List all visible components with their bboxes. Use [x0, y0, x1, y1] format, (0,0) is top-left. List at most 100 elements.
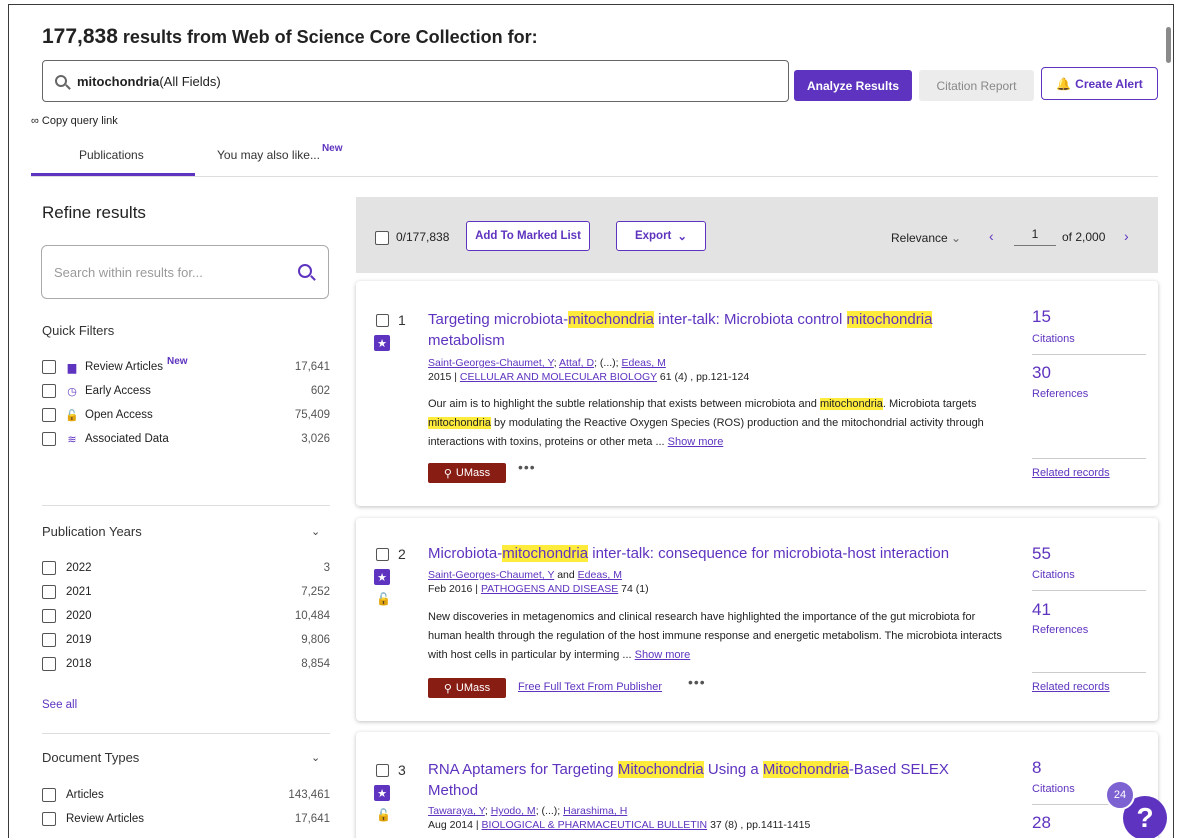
umass-link-button[interactable]: ⚲ UMass	[428, 463, 506, 483]
filter-year-2021[interactable]: 2021 7,252	[42, 582, 330, 602]
selected-count: 0/177,838	[396, 230, 450, 244]
add-to-marked-list-button[interactable]: Add To Marked List	[466, 221, 590, 251]
create-alert-button[interactable]: 🔔 Create Alert	[1041, 67, 1158, 100]
result-checkbox[interactable]	[376, 764, 389, 777]
citations-label[interactable]: Citations	[1032, 783, 1075, 795]
citation-count[interactable]: 15	[1032, 307, 1051, 327]
checkbox[interactable]	[42, 788, 56, 802]
result-checkbox[interactable]	[376, 548, 389, 561]
author-link[interactable]: Tawaraya, Y	[428, 805, 485, 817]
filter-year-2022[interactable]: 2022 3	[42, 558, 330, 578]
tab-publications[interactable]: Publications	[79, 148, 144, 162]
more-options-icon[interactable]: •••	[688, 674, 706, 690]
references-label[interactable]: References	[1032, 624, 1088, 636]
result-title[interactable]: RNA Aptamers for Targeting Mitochondria …	[428, 759, 1003, 801]
filter-doctype-articles[interactable]: Articles 143,461	[42, 785, 330, 805]
divider	[42, 733, 330, 734]
search-within-input[interactable]: Search within results for...	[41, 245, 329, 299]
active-tab-indicator	[31, 173, 195, 176]
reference-count[interactable]: 28	[1032, 813, 1051, 833]
help-widget[interactable]: ? 24	[1105, 780, 1173, 838]
result-title[interactable]: Microbiota-mitochondria inter-talk: cons…	[428, 543, 1018, 564]
star-icon[interactable]: ★	[374, 569, 390, 585]
checkbox[interactable]	[42, 432, 56, 446]
page-number-input[interactable]: 1	[1014, 224, 1056, 246]
checkbox[interactable]	[42, 384, 56, 398]
citation-count[interactable]: 8	[1032, 758, 1041, 778]
next-page-icon[interactable]: ›	[1124, 228, 1129, 244]
journal-link[interactable]: BIOLOGICAL & PHARMACEUTICAL BULLETIN	[482, 819, 708, 831]
author-link[interactable]: Harashima, H	[563, 805, 627, 817]
filter-year-2020[interactable]: 2020 10,484	[42, 606, 330, 626]
citations-label[interactable]: Citations	[1032, 333, 1075, 345]
page-title: 177,838 results from Web of Science Core…	[42, 25, 538, 48]
filter-year-2018[interactable]: 2018 8,854	[42, 654, 330, 674]
analyze-results-button[interactable]: Analyze Results	[794, 70, 912, 101]
result-checkbox[interactable]	[376, 314, 389, 327]
author-link[interactable]: Saint-Georges-Chaumet, Y	[428, 357, 554, 369]
citation-report-button[interactable]: Citation Report	[919, 70, 1034, 101]
filter-doctype-review-articles[interactable]: Review Articles 17,641	[42, 809, 330, 829]
checkbox[interactable]	[42, 360, 56, 374]
bell-icon: 🔔	[1056, 76, 1072, 91]
see-all-years-link[interactable]: See all	[42, 699, 77, 711]
chevron-down-icon[interactable]: ⌄	[311, 525, 320, 538]
author-link[interactable]: Attaf, D	[559, 357, 594, 369]
scrollbar-thumb[interactable]	[1166, 27, 1171, 63]
query-field[interactable]: mitochondria (All Fields)	[42, 60, 789, 102]
checkbox[interactable]	[42, 812, 56, 826]
reference-count[interactable]: 30	[1032, 363, 1051, 383]
show-more-link[interactable]: Show more	[635, 649, 691, 661]
filter-early-access[interactable]: ◷ Early Access 602	[42, 381, 330, 401]
free-full-text-link[interactable]: Free Full Text From Publisher	[518, 681, 662, 693]
result-number: 1	[398, 312, 406, 328]
filter-associated-data[interactable]: ≋ Associated Data 3,026	[42, 429, 330, 449]
journal-link[interactable]: PATHOGENS AND DISEASE	[481, 583, 618, 595]
search-icon: ⚲	[443, 467, 452, 480]
filter-year-2019[interactable]: 2019 9,806	[42, 630, 330, 650]
umass-link-button[interactable]: ⚲ UMass	[428, 678, 506, 698]
filter-open-access[interactable]: 🔓 Open Access 75,409	[42, 405, 330, 425]
checkbox[interactable]	[42, 633, 56, 647]
checkbox[interactable]	[42, 585, 56, 599]
journal-link[interactable]: CELLULAR AND MOLECULAR BIOLOGY	[460, 371, 657, 383]
tab-bar: Publications You may also like... New	[31, 140, 1158, 177]
related-records-link[interactable]: Related records	[1032, 681, 1110, 693]
citations-label[interactable]: Citations	[1032, 569, 1075, 581]
copy-query-link[interactable]: ∞ Copy query link	[31, 115, 118, 127]
link-icon: ∞	[31, 115, 42, 127]
more-options-icon[interactable]: •••	[518, 459, 536, 475]
checkbox[interactable]	[42, 609, 56, 623]
show-more-link[interactable]: Show more	[668, 436, 724, 448]
result-authors: Tawaraya, Y; Hyodo, M; (...); Harashima,…	[428, 805, 628, 817]
references-label[interactable]: References	[1032, 388, 1088, 400]
result-title[interactable]: Targeting microbiota-mitochondria inter-…	[428, 309, 1003, 351]
checkbox[interactable]	[42, 561, 56, 575]
citation-count[interactable]: 55	[1032, 544, 1051, 564]
author-link[interactable]: Edeas, M	[622, 357, 666, 369]
select-all-checkbox[interactable]	[375, 231, 389, 245]
divider	[1032, 590, 1146, 591]
checkbox[interactable]	[42, 408, 56, 422]
star-icon[interactable]: ★	[374, 335, 390, 351]
page-total: of 2,000	[1062, 230, 1106, 244]
filter-review-articles[interactable]: ▆ Review Articles New 17,641	[42, 356, 330, 377]
search-icon[interactable]	[298, 264, 312, 278]
related-records-link[interactable]: Related records	[1032, 467, 1110, 479]
author-link[interactable]: Saint-Georges-Chaumet, Y	[428, 569, 554, 581]
checkbox[interactable]	[42, 657, 56, 671]
result-card: 3 ★ 🔓 RNA Aptamers for Targeting Mitocho…	[356, 732, 1158, 838]
star-icon[interactable]: ★	[374, 785, 390, 801]
document-icon: ▆	[67, 361, 77, 374]
chevron-down-icon[interactable]: ⌄	[311, 751, 320, 764]
author-link[interactable]: Edeas, M	[578, 569, 622, 581]
divider	[1032, 458, 1146, 459]
result-card: 1 ★ Targeting microbiota-mitochondria in…	[356, 281, 1158, 506]
database-icon: ≋	[67, 433, 77, 446]
author-link[interactable]: Hyodo, M	[491, 805, 536, 817]
reference-count[interactable]: 41	[1032, 600, 1051, 620]
previous-page-icon[interactable]: ‹	[989, 228, 994, 244]
export-button[interactable]: Export ⌄	[616, 221, 706, 251]
tab-you-may-also-like[interactable]: You may also like... New	[217, 143, 343, 162]
sort-select[interactable]: Relevance ⌄	[891, 231, 961, 245]
